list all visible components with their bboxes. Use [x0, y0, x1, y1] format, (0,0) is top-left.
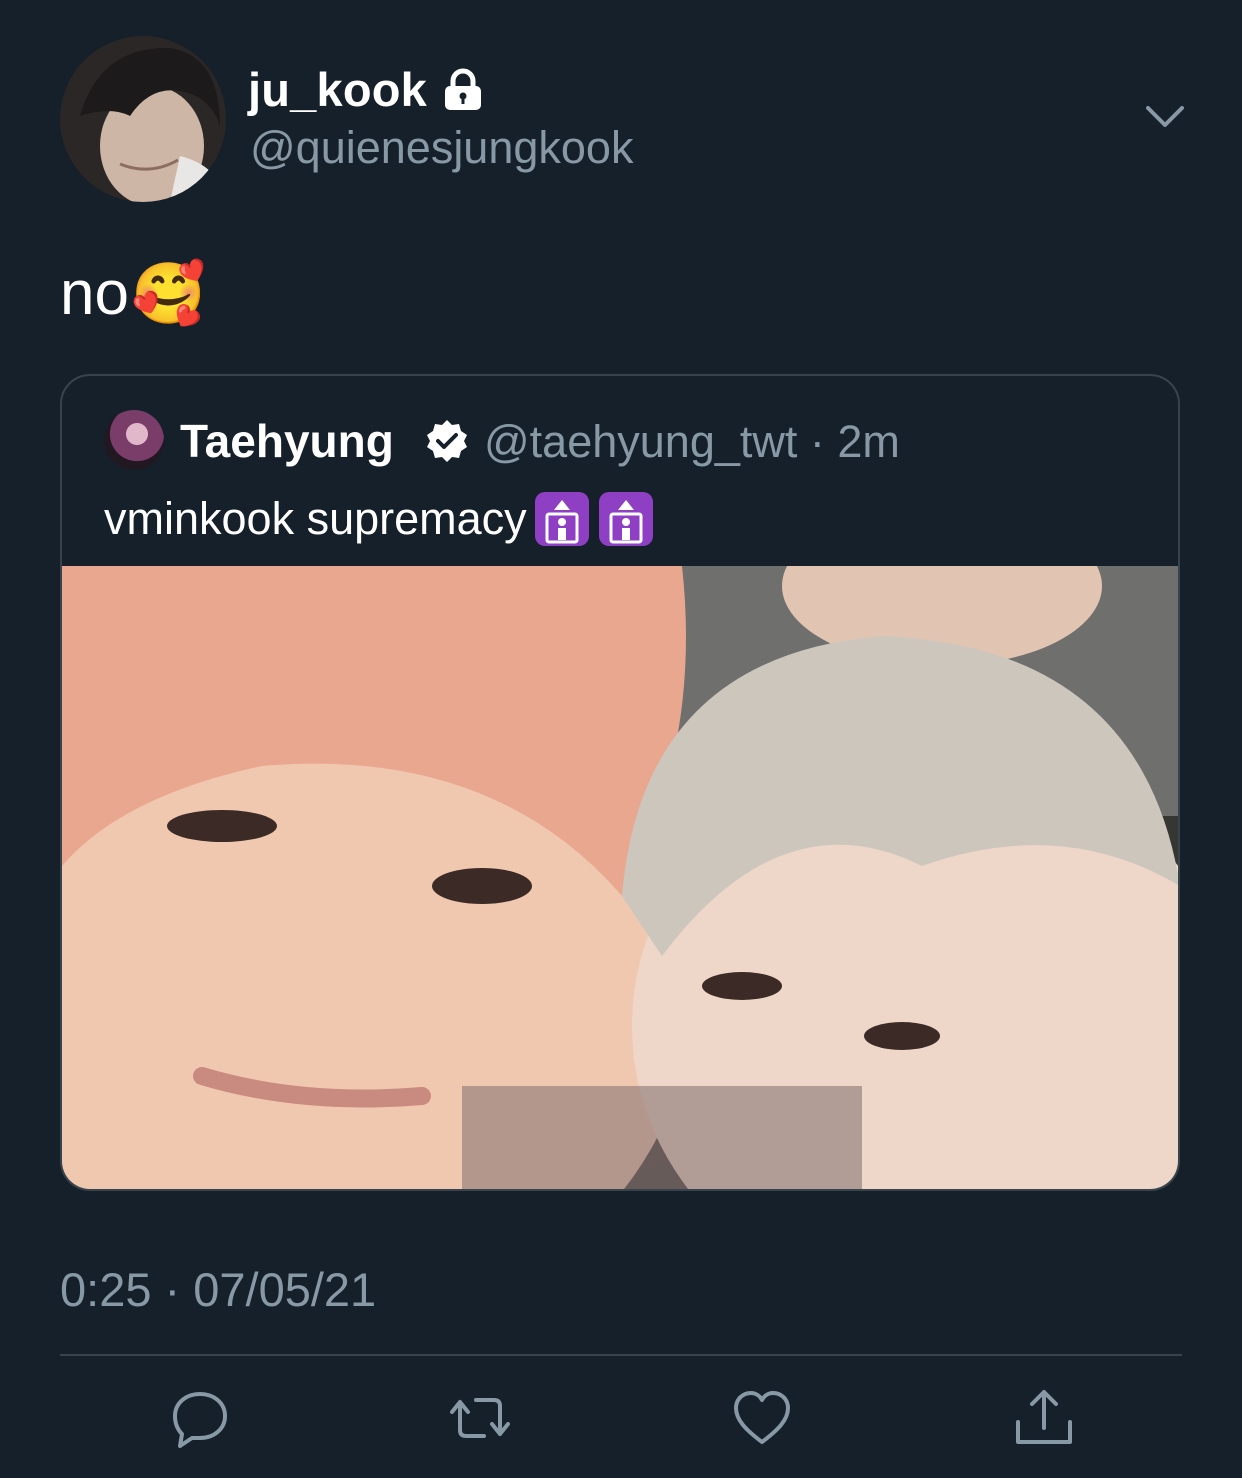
- tweet-text: no 🥰: [60, 258, 206, 329]
- quoted-tweet-card[interactable]: Taehyung @taehyung_twt · 2m vminkook sup…: [60, 374, 1180, 1191]
- reply-icon[interactable]: [170, 1388, 230, 1448]
- author-avatar[interactable]: [60, 36, 226, 202]
- like-icon[interactable]: [732, 1388, 792, 1448]
- quoted-handle-time: @taehyung_twt · 2m: [484, 416, 900, 467]
- quoted-author-avatar: [104, 410, 164, 470]
- share-icon[interactable]: [1014, 1388, 1074, 1448]
- elevator-icon: [533, 490, 591, 548]
- chevron-down-icon[interactable]: [1140, 96, 1190, 140]
- quoted-tweet-text: vminkook supremacy: [104, 490, 655, 548]
- tweet-body: no: [60, 259, 129, 328]
- quoted-body: vminkook supremacy: [104, 493, 527, 544]
- retweet-icon[interactable]: [450, 1388, 510, 1448]
- author-name-text: ju_kook: [248, 63, 428, 116]
- verified-badge-icon: [424, 418, 470, 464]
- tweet-timestamp[interactable]: 0:25 · 07/05/21: [60, 1262, 376, 1317]
- divider: [60, 1354, 1182, 1356]
- quoted-tweet-photo[interactable]: [62, 566, 1178, 1189]
- quoted-author-name: Taehyung: [180, 415, 394, 467]
- author-display-name[interactable]: ju_kook: [248, 62, 485, 117]
- elevator-icon: [597, 490, 655, 548]
- smiling-hearts-emoji: 🥰: [130, 260, 206, 327]
- author-handle[interactable]: @quienesjungkook: [250, 122, 633, 174]
- lock-icon: [441, 68, 485, 112]
